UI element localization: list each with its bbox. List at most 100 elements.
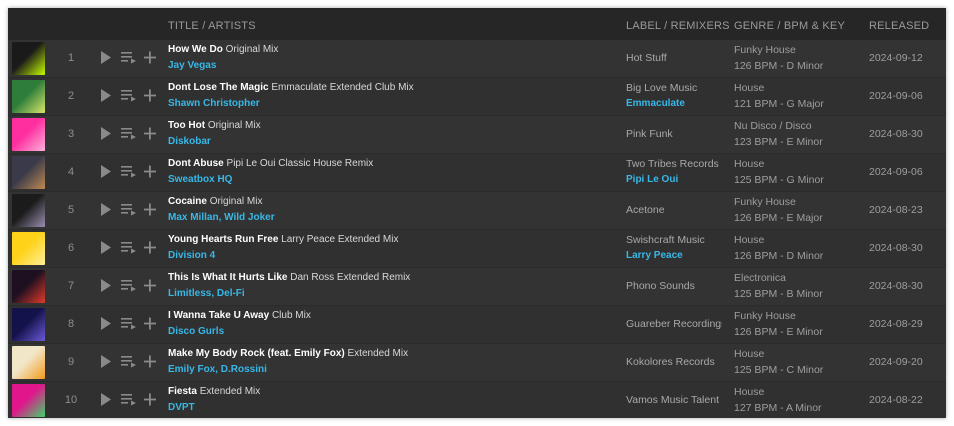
track-title[interactable]: This Is What It Hurts Like Dan Ross Exte… [168,272,613,283]
play-icon[interactable] [99,163,113,180]
album-artwork[interactable] [12,232,45,265]
track-artists[interactable]: DVPT [168,402,613,413]
add-to-queue-icon[interactable] [120,49,138,66]
track-artists[interactable]: Sweatbox HQ [168,174,613,185]
track-row[interactable]: 9 Make My Body Rock (feat. Emily Fox) Ex… [8,344,946,381]
track-title[interactable]: Young Hearts Run Free Larry Peace Extend… [168,234,613,245]
track-name[interactable]: How We Do [168,44,223,55]
track-name[interactable]: Fiesta [168,386,197,397]
play-icon[interactable] [99,49,113,66]
column-header-title[interactable]: TITLE / ARTISTS [168,20,256,32]
album-artwork[interactable] [12,194,45,227]
track-genre[interactable]: Funky House [734,44,796,56]
play-icon[interactable] [99,277,113,294]
play-icon[interactable] [99,239,113,256]
track-genre[interactable]: House [734,82,764,94]
play-icon[interactable] [99,353,113,370]
track-name[interactable]: This Is What It Hurts Like [168,272,287,283]
track-artists[interactable]: Shawn Christopher [168,98,613,109]
track-genre[interactable]: House [734,158,764,170]
track-title[interactable]: I Wanna Take U Away Club Mix [168,310,613,321]
track-title[interactable]: Cocaine Original Mix [168,196,613,207]
column-header-released[interactable]: RELEASED [869,20,929,32]
album-artwork[interactable] [12,308,45,341]
track-label[interactable]: Pink Funk [626,128,722,140]
plus-icon[interactable] [142,239,158,256]
track-label[interactable]: Kokolores Records [626,356,722,368]
plus-icon[interactable] [142,277,158,294]
track-name[interactable]: Make My Body Rock (feat. Emily Fox) [168,348,345,359]
track-label[interactable]: Phono Sounds [626,280,722,292]
track-row[interactable]: 7 This Is What It Hurts Like Dan Ross Ex… [8,268,946,305]
track-genre[interactable]: Funky House [734,310,796,322]
track-title[interactable]: Fiesta Extended Mix [168,386,613,397]
add-to-queue-icon[interactable] [120,163,138,180]
track-remixers[interactable]: Pipi Le Oui [626,174,678,185]
track-title[interactable]: Dont Lose The Magic Emmaculate Extended … [168,82,613,93]
add-to-queue-icon[interactable] [120,277,138,294]
plus-icon[interactable] [142,49,158,66]
track-row[interactable]: 4 Dont Abuse Pipi Le Oui Classic House R… [8,154,946,191]
track-name[interactable]: Dont Abuse [168,158,224,169]
play-icon[interactable] [99,315,113,332]
track-remixers[interactable]: Larry Peace [626,250,683,261]
track-artists[interactable]: Limitless, Del-Fi [168,288,613,299]
album-artwork[interactable] [12,80,45,113]
column-header-label[interactable]: LABEL / REMIXERS [626,20,730,32]
track-label[interactable]: Vamos Music Talent [626,394,722,406]
album-artwork[interactable] [12,270,45,303]
track-genre[interactable]: House [734,348,764,360]
track-row[interactable]: 2 Dont Lose The Magic Emmaculate Extende… [8,78,946,115]
plus-icon[interactable] [142,353,158,370]
add-to-queue-icon[interactable] [120,125,138,142]
track-name[interactable]: Young Hearts Run Free [168,234,278,245]
track-row[interactable]: 10 Fiesta Extended Mix DVPT Vamos Music … [8,382,946,418]
track-row[interactable]: 6 Young Hearts Run Free Larry Peace Exte… [8,230,946,267]
album-artwork[interactable] [12,384,45,417]
plus-icon[interactable] [142,391,158,408]
track-artists[interactable]: Emily Fox, D.Rossini [168,364,613,375]
track-artists[interactable]: Max Millan, Wild Joker [168,212,613,223]
plus-icon[interactable] [142,201,158,218]
track-genre[interactable]: Funky House [734,196,796,208]
plus-icon[interactable] [142,87,158,104]
track-artists[interactable]: Division 4 [168,250,613,261]
track-genre[interactable]: House [734,234,764,246]
track-row[interactable]: 1 How We Do Original Mix Jay Vegas Hot S… [8,40,946,77]
add-to-queue-icon[interactable] [120,353,138,370]
track-artists[interactable]: Jay Vegas [168,60,613,71]
plus-icon[interactable] [142,125,158,142]
track-name[interactable]: Cocaine [168,196,207,207]
add-to-queue-icon[interactable] [120,239,138,256]
add-to-queue-icon[interactable] [120,315,138,332]
track-title[interactable]: Make My Body Rock (feat. Emily Fox) Exte… [168,348,613,359]
track-title[interactable]: Dont Abuse Pipi Le Oui Classic House Rem… [168,158,613,169]
album-artwork[interactable] [12,156,45,189]
track-name[interactable]: I Wanna Take U Away [168,310,269,321]
track-label[interactable]: Big Love Music [626,82,722,94]
track-genre[interactable]: Nu Disco / Disco [734,120,812,132]
track-label[interactable]: Hot Stuff [626,52,722,64]
plus-icon[interactable] [142,315,158,332]
add-to-queue-icon[interactable] [120,391,138,408]
play-icon[interactable] [99,391,113,408]
track-label[interactable]: Guareber Recordings [626,318,722,330]
album-artwork[interactable] [12,42,45,75]
play-icon[interactable] [99,87,113,104]
track-label[interactable]: Acetone [626,204,722,216]
play-icon[interactable] [99,125,113,142]
track-row[interactable]: 3 Too Hot Original Mix Diskobar Pink Fun… [8,116,946,153]
album-artwork[interactable] [12,118,45,151]
track-label[interactable]: Swishcraft Music [626,234,722,246]
track-row[interactable]: 5 Cocaine Original Mix Max Millan, Wild … [8,192,946,229]
plus-icon[interactable] [142,163,158,180]
track-name[interactable]: Dont Lose The Magic [168,82,269,93]
album-artwork[interactable] [12,346,45,379]
track-row[interactable]: 8 I Wanna Take U Away Club Mix Disco Gur… [8,306,946,343]
play-icon[interactable] [99,201,113,218]
track-title[interactable]: How We Do Original Mix [168,44,613,55]
track-title[interactable]: Too Hot Original Mix [168,120,613,131]
track-genre[interactable]: House [734,386,764,398]
track-artists[interactable]: Disco Gurls [168,326,613,337]
add-to-queue-icon[interactable] [120,201,138,218]
